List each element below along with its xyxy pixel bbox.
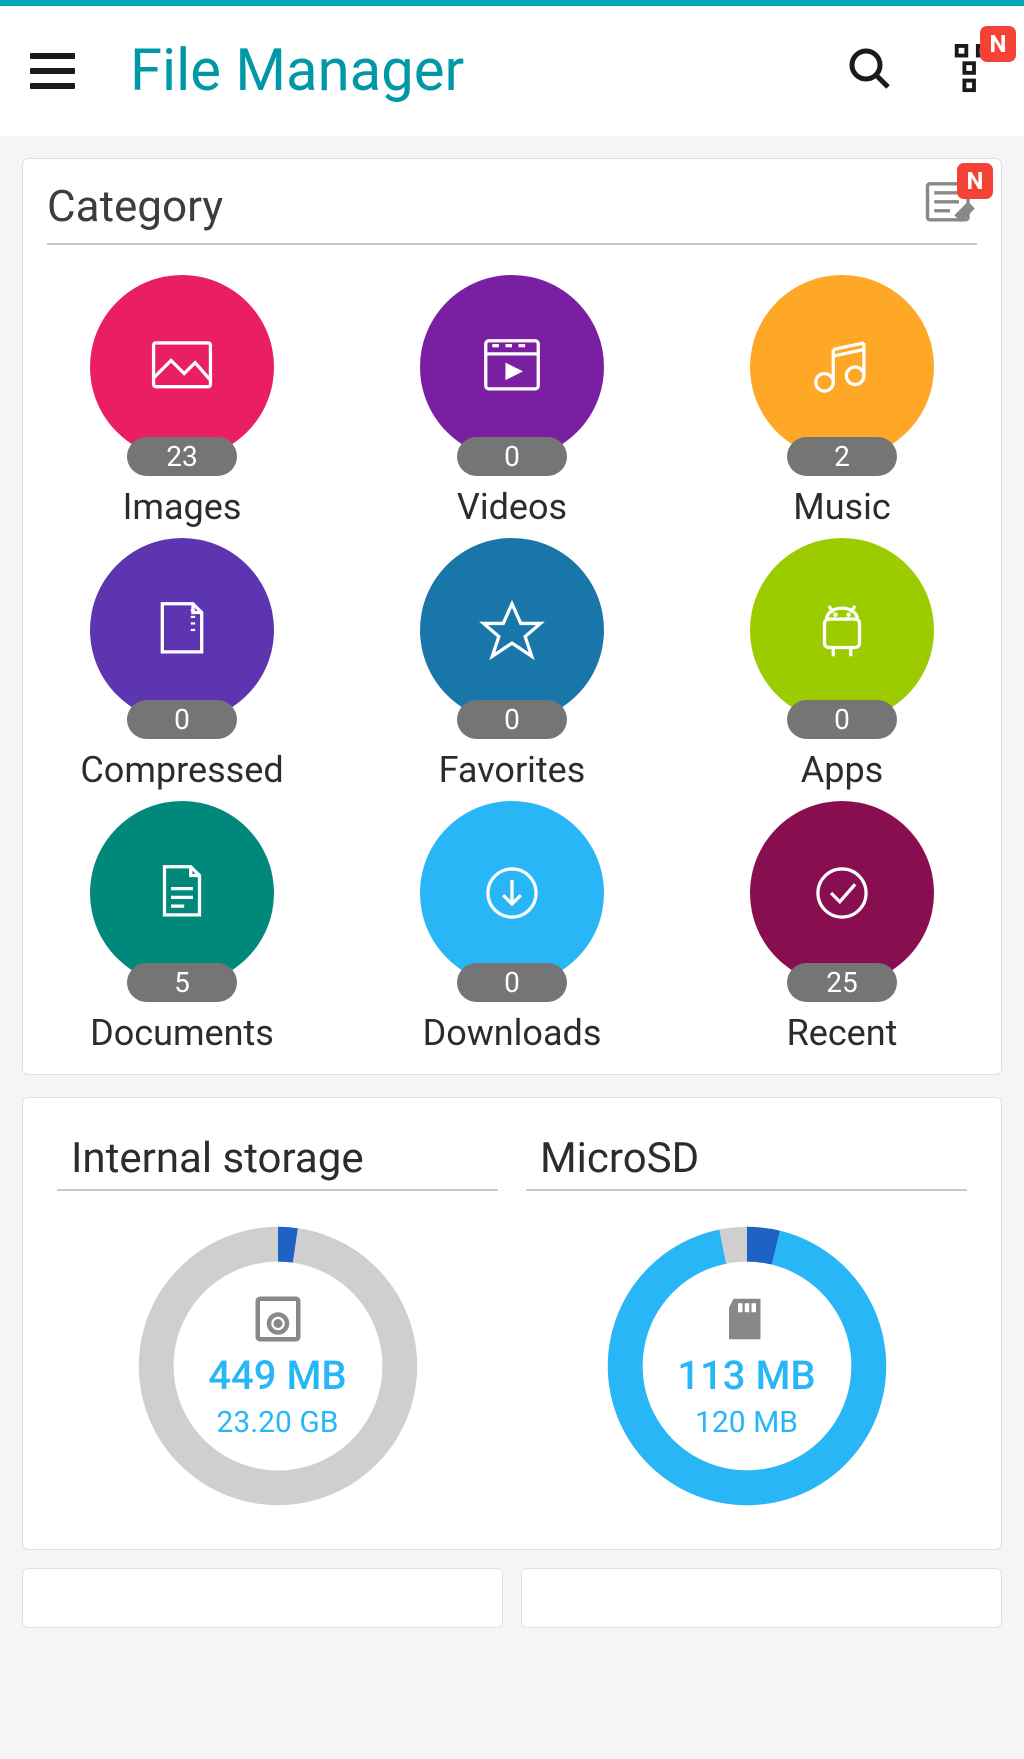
- notification-badge: N: [980, 26, 1016, 62]
- category-count-apps: 0: [787, 700, 897, 739]
- video-icon: [420, 275, 604, 459]
- category-count-documents: 5: [127, 963, 237, 1002]
- category-downloads[interactable]: 0 Downloads: [420, 801, 604, 1054]
- microsd-ring[interactable]: 113 MB 120 MB: [602, 1221, 892, 1511]
- star-icon: [420, 538, 604, 722]
- category-label-music: Music: [793, 486, 890, 528]
- menu-icon[interactable]: [30, 53, 75, 89]
- microsd-total: 120 MB: [695, 1405, 798, 1440]
- bottom-card-left[interactable]: [22, 1568, 503, 1628]
- category-compressed[interactable]: 0 Compressed: [80, 538, 283, 791]
- bottom-card-right[interactable]: [521, 1568, 1002, 1628]
- edit-list-icon[interactable]: N: [923, 177, 977, 235]
- internal-storage-title: Internal storage: [57, 1134, 498, 1191]
- category-header: Category N: [47, 177, 977, 245]
- category-count-videos: 0: [457, 437, 567, 476]
- microsd-storage[interactable]: MicroSD 113 MB 120 MB: [526, 1134, 967, 1511]
- category-label-downloads: Downloads: [423, 1012, 602, 1054]
- storage-card: Internal storage 449 MB 23.20 GB MicroSD: [22, 1097, 1002, 1550]
- search-icon[interactable]: [846, 45, 894, 97]
- android-icon: [750, 538, 934, 722]
- category-label-images: Images: [123, 486, 242, 528]
- disk-icon: [251, 1292, 305, 1346]
- microsd-used: 113 MB: [677, 1352, 815, 1399]
- category-music[interactable]: 2 Music: [750, 275, 934, 528]
- category-card: Category N 23 Images 0 Videos 2 Music 0 Compres…: [22, 158, 1002, 1075]
- notification-badge: N: [957, 163, 993, 199]
- category-count-recent: 25: [787, 963, 897, 1002]
- category-count-images: 23: [127, 437, 237, 476]
- category-favorites[interactable]: 0 Favorites: [420, 538, 604, 791]
- category-label-videos: Videos: [457, 486, 567, 528]
- category-count-downloads: 0: [457, 963, 567, 1002]
- internal-total: 23.20 GB: [217, 1405, 339, 1440]
- category-label-favorites: Favorites: [439, 749, 586, 791]
- sd-card-icon: [720, 1292, 774, 1346]
- more-options-icon[interactable]: N: [954, 44, 994, 98]
- category-label-recent: Recent: [787, 1012, 898, 1054]
- category-title: Category: [47, 180, 923, 232]
- microsd-title: MicroSD: [526, 1134, 967, 1191]
- category-apps[interactable]: 0 Apps: [750, 538, 934, 791]
- internal-storage-ring[interactable]: 449 MB 23.20 GB: [133, 1221, 423, 1511]
- bottom-row: [22, 1568, 1002, 1628]
- app-header: File Manager N: [0, 6, 1024, 136]
- category-videos[interactable]: 0 Videos: [420, 275, 604, 528]
- category-label-apps: Apps: [801, 749, 884, 791]
- check-icon: [750, 801, 934, 985]
- category-recent[interactable]: 25 Recent: [750, 801, 934, 1054]
- category-label-documents: Documents: [90, 1012, 274, 1054]
- image-icon: [90, 275, 274, 459]
- doc-icon: [90, 801, 274, 985]
- category-count-favorites: 0: [457, 700, 567, 739]
- app-title: File Manager: [130, 37, 846, 105]
- category-label-compressed: Compressed: [80, 749, 283, 791]
- zip-icon: [90, 538, 274, 722]
- download-icon: [420, 801, 604, 985]
- category-count-compressed: 0: [127, 700, 237, 739]
- music-icon: [750, 275, 934, 459]
- category-images[interactable]: 23 Images: [90, 275, 274, 528]
- internal-storage[interactable]: Internal storage 449 MB 23.20 GB: [57, 1134, 498, 1511]
- internal-used: 449 MB: [208, 1352, 346, 1399]
- category-count-music: 2: [787, 437, 897, 476]
- category-documents[interactable]: 5 Documents: [90, 801, 274, 1054]
